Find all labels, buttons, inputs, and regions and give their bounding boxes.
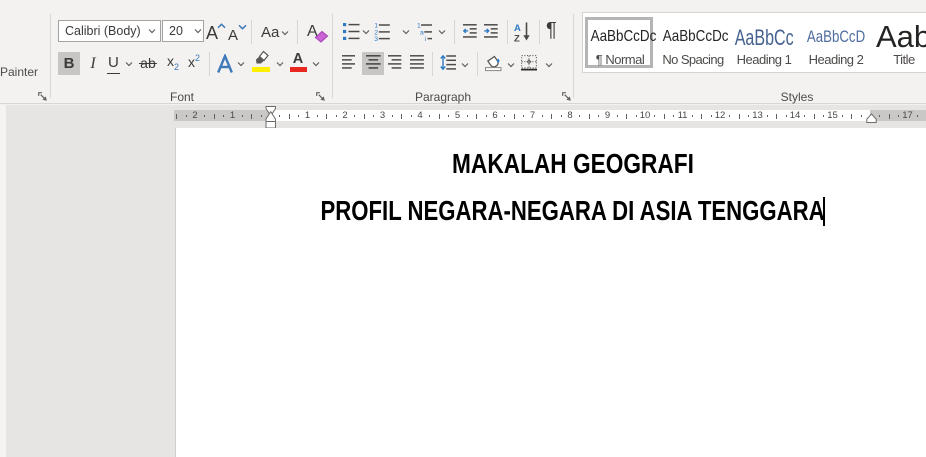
svg-text:Z: Z: [514, 33, 520, 42]
svg-text:a: a: [420, 29, 424, 36]
svg-text:3: 3: [374, 36, 378, 41]
svg-text:A: A: [514, 23, 521, 34]
svg-text:i: i: [425, 36, 427, 41]
